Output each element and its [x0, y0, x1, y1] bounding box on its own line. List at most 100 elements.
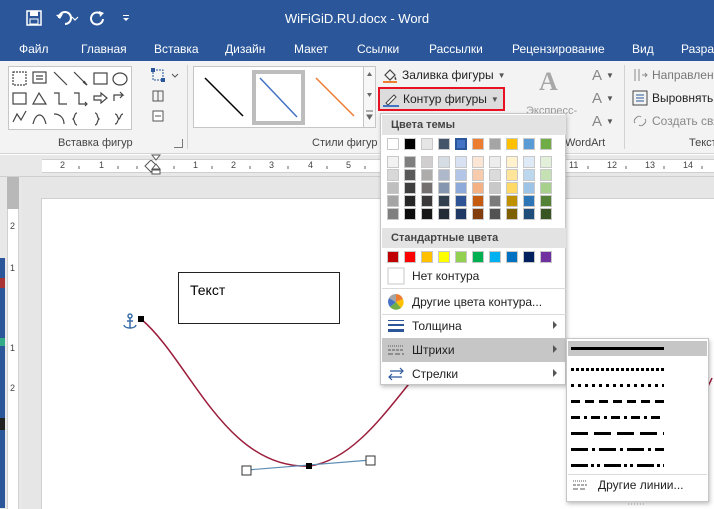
theme-shade-swatch[interactable] — [506, 156, 518, 168]
theme-shade-swatch[interactable] — [455, 208, 467, 220]
theme-color-swatch[interactable] — [404, 138, 416, 150]
theme-shade-swatch[interactable] — [455, 169, 467, 181]
theme-colors-header: Цвета темы — [382, 115, 566, 135]
theme-shade-swatch[interactable] — [438, 156, 450, 168]
standard-color-swatch[interactable] — [489, 251, 501, 263]
theme-shade-swatch[interactable] — [387, 169, 399, 181]
standard-color-swatch[interactable] — [472, 251, 484, 263]
theme-shade-swatch[interactable] — [421, 169, 433, 181]
theme-shade-swatch[interactable] — [438, 169, 450, 181]
dash-option-dash-dot[interactable] — [568, 410, 707, 425]
theme-shade-swatch[interactable] — [472, 195, 484, 207]
dash-option-long-dash[interactable] — [568, 426, 707, 441]
bezier-handle[interactable] — [365, 455, 376, 466]
bezier-handle[interactable] — [241, 465, 252, 476]
theme-shade-swatch[interactable] — [387, 156, 399, 168]
more-lines-item[interactable]: Другие линии... — [568, 475, 707, 495]
theme-shade-swatch[interactable] — [472, 169, 484, 181]
theme-shade-swatch[interactable] — [455, 182, 467, 194]
dashes-item[interactable]: Штрихи — [382, 338, 566, 362]
theme-shade-swatch[interactable] — [455, 156, 467, 168]
resize-grip[interactable] — [627, 495, 647, 505]
standard-color-swatch[interactable] — [540, 251, 552, 263]
theme-shade-swatch[interactable] — [421, 195, 433, 207]
standard-color-swatch[interactable] — [404, 251, 416, 263]
theme-shade-swatch[interactable] — [540, 195, 552, 207]
theme-shade-swatch[interactable] — [489, 169, 501, 181]
theme-shade-swatch[interactable] — [472, 156, 484, 168]
standard-colors-header: Стандартные цвета — [382, 228, 566, 248]
dash-option-round-dot[interactable] — [568, 362, 707, 377]
theme-shade-swatch[interactable] — [523, 169, 535, 181]
theme-shade-swatch[interactable] — [438, 182, 450, 194]
theme-shade-swatch[interactable] — [438, 195, 450, 207]
theme-shade-swatch[interactable] — [387, 195, 399, 207]
theme-shade-swatch[interactable] — [404, 182, 416, 194]
curve-vertex[interactable] — [306, 463, 312, 469]
no-outline-item[interactable]: Нет контура — [382, 264, 566, 288]
more-outline-colors-item[interactable]: Другие цвета контура... — [382, 290, 566, 314]
theme-shade-swatch[interactable] — [387, 208, 399, 220]
theme-shade-swatch[interactable] — [489, 208, 501, 220]
theme-shade-swatch[interactable] — [540, 169, 552, 181]
theme-shade-swatch[interactable] — [506, 195, 518, 207]
theme-shade-swatch[interactable] — [404, 156, 416, 168]
theme-color-swatch[interactable] — [455, 138, 467, 150]
dash-option-solid[interactable] — [568, 341, 707, 356]
dash-option-dash[interactable] — [568, 394, 707, 409]
curve-vertex[interactable] — [138, 316, 144, 322]
theme-color-swatch[interactable] — [438, 138, 450, 150]
theme-shade-swatch[interactable] — [489, 182, 501, 194]
theme-color-swatch[interactable] — [506, 138, 518, 150]
more-lines-label: Другие линии... — [598, 478, 684, 492]
standard-color-swatch[interactable] — [387, 251, 399, 263]
theme-shade-swatch[interactable] — [421, 208, 433, 220]
theme-shade-swatch[interactable] — [523, 208, 535, 220]
theme-shade-swatch[interactable] — [404, 169, 416, 181]
theme-color-swatch[interactable] — [387, 138, 399, 150]
theme-shade-swatch[interactable] — [472, 208, 484, 220]
theme-shade-swatch[interactable] — [506, 208, 518, 220]
theme-shade-swatch[interactable] — [404, 195, 416, 207]
selected-curve[interactable] — [140, 318, 413, 467]
theme-shade-swatch[interactable] — [540, 208, 552, 220]
theme-shade-swatch[interactable] — [404, 208, 416, 220]
theme-shade-swatch[interactable] — [455, 195, 467, 207]
theme-shade-swatch[interactable] — [472, 182, 484, 194]
theme-color-swatch[interactable] — [523, 138, 535, 150]
dash-option-square-dot[interactable] — [568, 378, 707, 393]
theme-shade-swatch[interactable] — [438, 208, 450, 220]
theme-shade-swatch[interactable] — [421, 182, 433, 194]
standard-color-swatch[interactable] — [506, 251, 518, 263]
theme-shade-swatch[interactable] — [387, 182, 399, 194]
more-outline-colors-label: Другие цвета контура... — [412, 295, 543, 309]
theme-color-swatch[interactable] — [421, 138, 433, 150]
theme-shade-swatch[interactable] — [506, 169, 518, 181]
arrows-item[interactable]: Стрелки — [382, 362, 566, 386]
theme-shade-swatch[interactable] — [540, 156, 552, 168]
theme-shade-swatch[interactable] — [523, 195, 535, 207]
theme-shade-swatch[interactable] — [506, 182, 518, 194]
theme-shade-swatch[interactable] — [489, 156, 501, 168]
dash-option-long-dash-dot[interactable] — [568, 442, 707, 457]
theme-shade-swatch[interactable] — [421, 156, 433, 168]
standard-color-swatch[interactable] — [421, 251, 433, 263]
standard-color-swatch[interactable] — [523, 251, 535, 263]
theme-shade-swatch[interactable] — [540, 182, 552, 194]
no-outline-icon — [387, 267, 405, 285]
chevron-right-icon — [553, 321, 557, 329]
theme-color-swatch[interactable] — [540, 138, 552, 150]
standard-color-swatch[interactable] — [455, 251, 467, 263]
arrows-icon — [387, 365, 405, 383]
theme-shade-swatch[interactable] — [523, 156, 535, 168]
anchor-icon — [123, 313, 137, 329]
arrows-label: Стрелки — [412, 367, 459, 381]
theme-shade-swatch[interactable] — [523, 182, 535, 194]
theme-color-swatch[interactable] — [489, 138, 501, 150]
dash-option-long-dash-dot-dot[interactable] — [568, 458, 707, 473]
theme-shade-swatch[interactable] — [489, 195, 501, 207]
weight-label: Толщина — [412, 319, 462, 333]
weight-item[interactable]: Толщина — [382, 314, 566, 338]
theme-color-swatch[interactable] — [472, 138, 484, 150]
standard-color-swatch[interactable] — [438, 251, 450, 263]
